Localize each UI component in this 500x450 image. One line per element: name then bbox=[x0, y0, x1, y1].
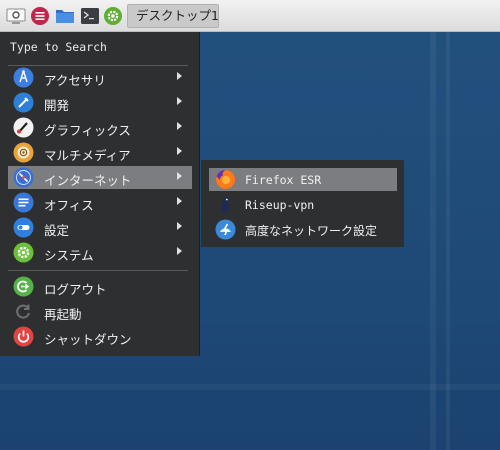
system-gear-icon bbox=[13, 242, 34, 263]
restart-icon bbox=[13, 301, 34, 322]
file-manager-icon[interactable] bbox=[55, 6, 75, 26]
submenu-item-network-settings[interactable]: 高度なネットワーク設定 bbox=[209, 218, 397, 241]
submenu-item-firefox[interactable]: Firefox ESR bbox=[209, 168, 397, 191]
chevron-right-icon bbox=[177, 122, 182, 130]
menu-item-multimedia[interactable]: マルチメディア bbox=[8, 141, 192, 164]
terminal-icon[interactable] bbox=[80, 6, 100, 26]
network-settings-icon bbox=[215, 219, 236, 240]
display-settings-icon[interactable] bbox=[6, 6, 26, 26]
graphics-icon bbox=[13, 117, 34, 138]
riseup-vpn-icon bbox=[215, 194, 236, 215]
settings-toggle-icon bbox=[13, 217, 34, 238]
submenu-item-label: Firefox ESR bbox=[245, 173, 322, 187]
menu-item-preferences[interactable]: 設定 bbox=[8, 216, 192, 239]
app-menu-icon[interactable] bbox=[30, 6, 50, 26]
menu-item-label: システム bbox=[44, 248, 94, 263]
chevron-right-icon bbox=[177, 147, 182, 155]
logout-icon bbox=[13, 276, 34, 297]
menu-item-label: インターネット bbox=[44, 173, 132, 188]
chevron-right-icon bbox=[177, 72, 182, 80]
menu-item-office[interactable]: オフィス bbox=[8, 191, 192, 214]
menu-item-label: 再起動 bbox=[44, 307, 82, 322]
application-menu: Type to Search アクセサリ 開発 グラフィックス マルチメディア bbox=[0, 32, 200, 356]
menu-item-shutdown[interactable]: シャットダウン bbox=[8, 325, 192, 348]
submenu-item-riseup-vpn[interactable]: Riseup-vpn bbox=[209, 193, 397, 216]
menu-item-label: 設定 bbox=[44, 223, 70, 238]
office-icon bbox=[13, 192, 34, 213]
chevron-right-icon bbox=[177, 97, 182, 105]
menu-item-logout[interactable]: ログアウト bbox=[8, 275, 192, 298]
menu-item-label: グラフィックス bbox=[44, 123, 131, 138]
firefox-icon bbox=[215, 169, 236, 190]
submenu-item-label: Riseup-vpn bbox=[245, 198, 315, 212]
shutdown-icon bbox=[13, 326, 34, 347]
menu-item-label: シャットダウン bbox=[44, 332, 132, 347]
menu-item-system[interactable]: システム bbox=[8, 241, 192, 264]
chevron-right-icon bbox=[177, 197, 182, 205]
multimedia-icon bbox=[13, 142, 34, 163]
chevron-right-icon bbox=[177, 172, 182, 180]
menu-item-label: 開発 bbox=[44, 98, 70, 113]
menu-item-accessories[interactable]: アクセサリ bbox=[8, 66, 192, 89]
settings-gear-icon[interactable] bbox=[103, 6, 123, 26]
menu-item-label: アクセサリ bbox=[44, 73, 106, 88]
top-panel: デスクトップ1 bbox=[0, 0, 500, 32]
chevron-right-icon bbox=[177, 222, 182, 230]
menu-item-label: マルチメディア bbox=[44, 148, 131, 163]
internet-icon bbox=[13, 167, 34, 188]
menu-separator bbox=[8, 270, 188, 271]
search-input[interactable]: Type to Search bbox=[10, 40, 107, 54]
menu-item-label: オフィス bbox=[44, 198, 94, 213]
menu-item-label: ログアウト bbox=[44, 282, 107, 297]
menu-item-development[interactable]: 開発 bbox=[8, 91, 192, 114]
workspace-switcher[interactable]: デスクトップ1 bbox=[127, 4, 219, 28]
development-icon bbox=[13, 92, 34, 113]
chevron-right-icon bbox=[177, 247, 182, 255]
menu-item-restart[interactable]: 再起動 bbox=[8, 300, 192, 323]
menu-item-internet[interactable]: インターネット bbox=[8, 166, 192, 189]
accessories-icon bbox=[13, 67, 34, 88]
menu-item-graphics[interactable]: グラフィックス bbox=[8, 116, 192, 139]
submenu-item-label: 高度なネットワーク設定 bbox=[245, 224, 378, 238]
internet-submenu: Firefox ESR Riseup-vpn 高度なネットワーク設定 bbox=[201, 160, 404, 247]
